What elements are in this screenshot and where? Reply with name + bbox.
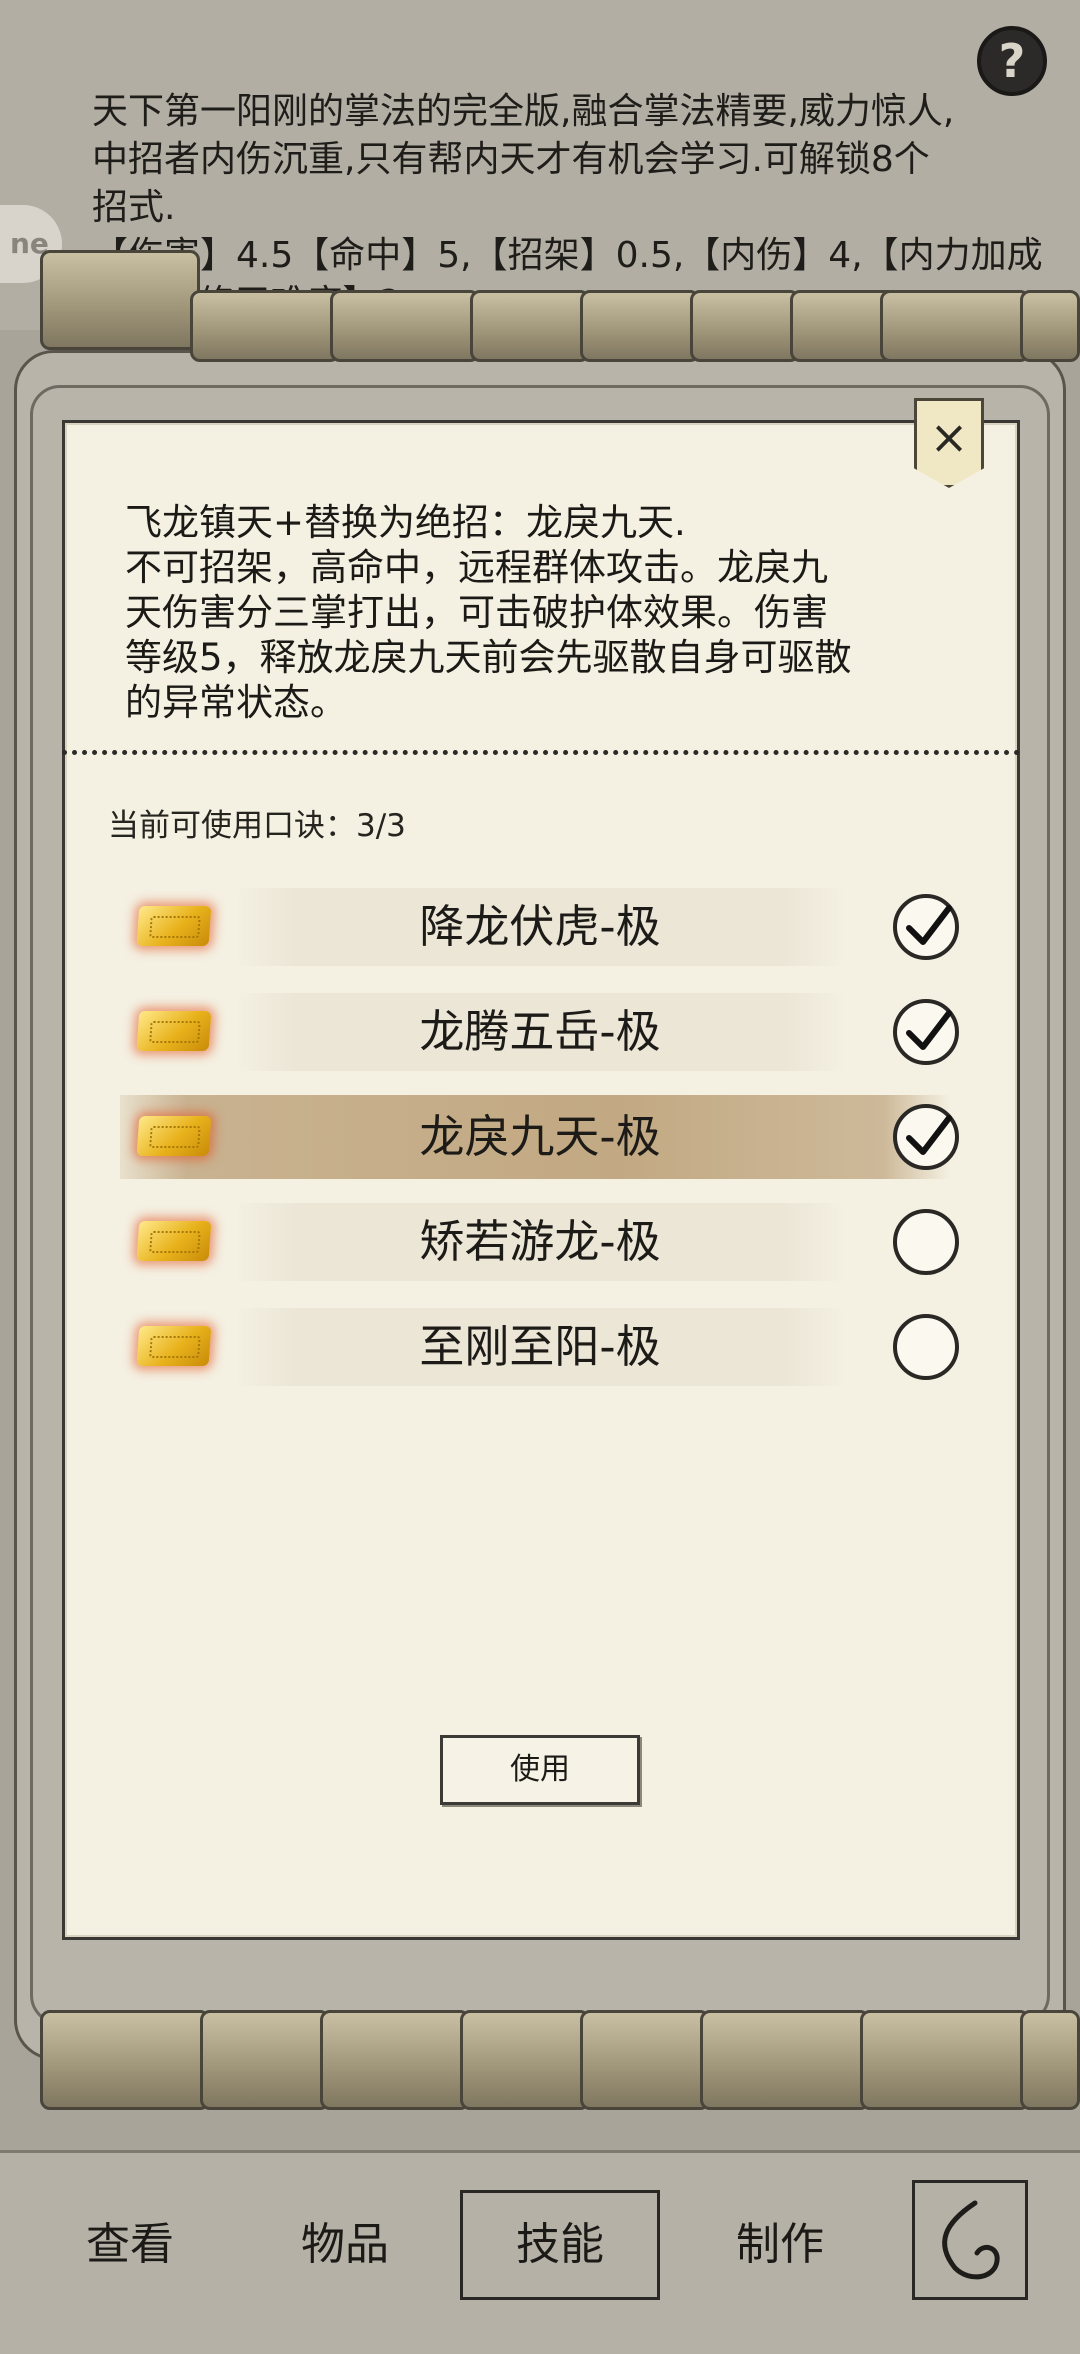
bg-desc-line: 中招者内伤沉重,只有帮内天才有机会学习.可解锁8个 — [92, 139, 930, 180]
desc-line: 天伤害分三掌打出，可击破护体效果。伤害 — [125, 591, 828, 634]
skill-name: 矫若游龙-极 — [419, 1215, 661, 1268]
gold-slip-icon — [136, 1116, 212, 1156]
gold-slip-icon — [136, 1011, 212, 1051]
nav-skills[interactable]: 技能 — [460, 2190, 660, 2300]
gold-slip-icon — [136, 906, 212, 946]
scroll-roll-bottom — [0, 2010, 1080, 2110]
swirl-menu-button[interactable] — [912, 2180, 1028, 2300]
help-icon: ? — [998, 34, 1026, 88]
desc-line: 不可招架，高命中，远程群体攻击。龙戾九 — [125, 546, 828, 589]
desc-line: 等级5，释放龙戾九天前会先驱散自身可驱散 — [125, 636, 852, 679]
desc-line: 的异常状态。 — [125, 681, 347, 724]
desc-line: 飞龙镇天+替换为绝招：龙戾九天. — [125, 501, 686, 544]
skill-name: 龙戾九天-极 — [419, 1110, 661, 1163]
skill-name: 至刚至阳-极 — [419, 1320, 661, 1373]
count-value: 3/3 — [356, 808, 406, 844]
bg-desc-line: 招式. — [92, 187, 176, 228]
checkbox-unchecked[interactable] — [893, 1209, 959, 1275]
bg-desc-line: 【伤害】4.5【命中】5,【招架】0.5,【内伤】4,【内力加成 — [92, 235, 1043, 276]
skill-row-3-selected[interactable]: 龙戾九天-极 — [0, 1092, 1080, 1182]
checkmark-icon — [906, 1010, 952, 1050]
nav-view[interactable]: 查看 — [40, 2195, 220, 2295]
close-icon: × — [929, 410, 969, 464]
help-button[interactable]: ? — [977, 26, 1047, 96]
checkmark-icon — [906, 905, 952, 945]
gold-slip-icon — [136, 1326, 212, 1366]
checkmark-icon — [906, 1115, 952, 1155]
skill-description: 飞龙镇天+替换为绝招：龙戾九天. 不可招架，高命中，远程群体攻击。龙戾九 天伤害… — [125, 500, 965, 725]
checkbox-checked[interactable] — [893, 1104, 959, 1170]
skill-name: 龙腾五岳-极 — [419, 1005, 661, 1058]
formula-count: 当前可使用口诀：3/3 — [108, 800, 406, 845]
skill-row-2[interactable]: 龙腾五岳-极 — [0, 987, 1080, 1077]
scroll-roll-top — [0, 250, 1080, 362]
dotted-divider — [62, 750, 1020, 755]
count-label: 当前可使用口诀： — [108, 808, 356, 844]
gold-slip-icon — [136, 1221, 212, 1261]
use-button[interactable]: 使用 — [440, 1735, 640, 1805]
skill-name: 降龙伏虎-极 — [419, 900, 661, 953]
bg-desc-line: 天下第一阳刚的掌法的完全版,融合掌法精要,威力惊人, — [92, 91, 955, 132]
skill-row-1[interactable]: 降龙伏虎-极 — [0, 882, 1080, 972]
checkbox-checked[interactable] — [893, 999, 959, 1065]
skill-row-4[interactable]: 矫若游龙-极 — [0, 1197, 1080, 1287]
skill-row-5[interactable]: 至刚至阳-极 — [0, 1302, 1080, 1392]
nav-items[interactable]: 物品 — [255, 2195, 435, 2295]
checkbox-checked[interactable] — [893, 894, 959, 960]
nav-craft[interactable]: 制作 — [690, 2195, 870, 2295]
checkbox-unchecked[interactable] — [893, 1314, 959, 1380]
swirl-icon — [942, 2200, 1000, 2280]
